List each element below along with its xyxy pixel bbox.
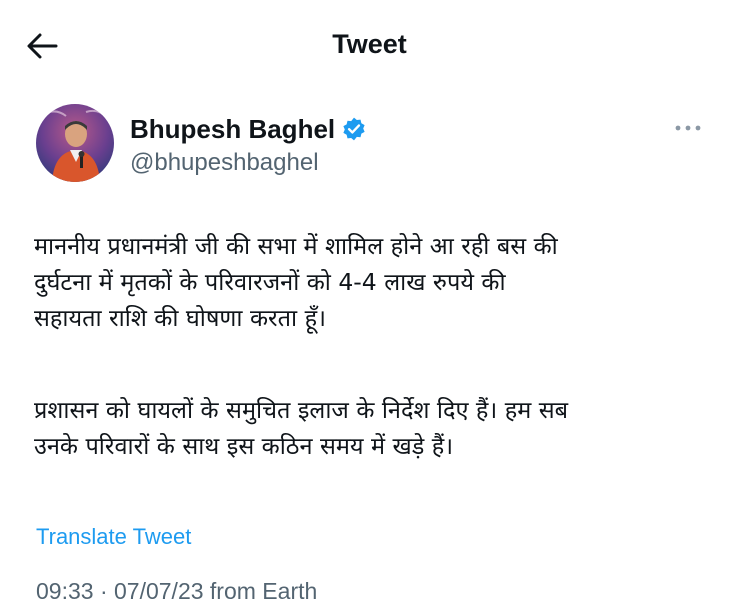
tweet-line: प्रशासन को घायलों के समुचित इलाज के निर्…	[34, 396, 569, 424]
more-horizontal-icon	[675, 125, 701, 131]
tweet-line: उनके परिवारों के साथ इस कठिन समय में खड़…	[34, 432, 454, 460]
tweet-text: माननीय प्रधानमंत्री जी की सभा में शामिल …	[34, 228, 724, 464]
display-name[interactable]: Bhupesh Baghel	[130, 113, 335, 145]
page-title: Tweet	[332, 29, 407, 59]
tweet-line: माननीय प्रधानमंत्री जी की सभा में शामिल …	[34, 232, 558, 260]
translate-tweet-link[interactable]: Translate Tweet	[36, 522, 191, 552]
user-handle[interactable]: @bhupeshbaghel	[130, 148, 319, 178]
tweet-line: सहायता राशि की घोषणा करता हूँ।	[34, 304, 326, 332]
avatar[interactable]	[36, 104, 114, 182]
tweet-line: दुर्घटना में मृतकों के परिवारजनों को 4-4…	[34, 268, 506, 296]
verified-badge-icon	[343, 117, 365, 141]
more-options-button[interactable]	[672, 116, 704, 140]
top-bar: Tweet	[0, 0, 739, 90]
tweet-timestamp: 09:33 · 07/07/23 from Earth	[36, 578, 318, 604]
avatar-image	[36, 104, 114, 182]
author-name-row[interactable]: Bhupesh Baghel	[130, 113, 367, 145]
